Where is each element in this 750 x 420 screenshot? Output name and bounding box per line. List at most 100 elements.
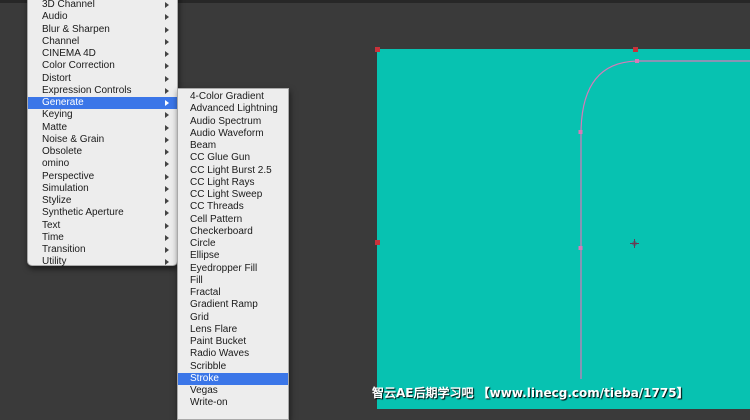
submenu-arrow-icon [165,124,169,131]
submenu-arrow-icon [165,259,169,266]
submenu-arrow-icon [165,51,169,57]
menu-item-lens-flare[interactable]: Lens Flare [178,324,288,336]
menu-item-label: Synthetic Aperture [42,207,124,219]
menu-item-beam[interactable]: Beam [178,140,288,152]
menu-item-simulation[interactable]: Simulation [28,183,177,195]
submenu-arrow-icon [165,185,169,192]
submenu-arrow-icon [165,38,169,45]
menu-item-scribble[interactable]: Scribble [178,361,288,373]
menu-item-cinema-4d[interactable]: CINEMA 4D [28,48,177,60]
menu-item-utility[interactable]: Utility [28,256,177,268]
menu-item-label: CC Light Rays [190,176,255,188]
menu-item-label: Beam [190,140,217,151]
menu-item-cell-pattern[interactable]: Cell Pattern [178,214,288,226]
menu-item-label: CINEMA 4D [42,48,96,59]
menu-item-cc-threads[interactable]: CC Threads [178,201,288,213]
menu-item-radio-waves[interactable]: Radio Waves [178,348,288,360]
menu-item-time[interactable]: Time [28,232,177,244]
menu-item-label: Fractal [190,287,221,298]
menu-item-label: Color Correction [42,60,115,72]
menu-item-label: Channel [42,35,80,47]
menu-item-label: Expression Controls [42,84,132,96]
menu-item-channel[interactable]: Channel [28,36,177,48]
mask-path[interactable] [377,49,750,409]
menu-item-label: Circle [190,238,216,249]
submenu-arrow-icon [165,26,169,33]
menu-item-ellipse[interactable]: Ellipse [178,250,288,262]
menu-item-cc-light-rays[interactable]: CC Light Rays [178,177,288,189]
menu-item-cc-light-sweep[interactable]: CC Light Sweep [178,189,288,201]
menu-item-stylize[interactable]: Stylize [28,195,177,207]
menu-item-obsolete[interactable]: Obsolete [28,146,177,158]
menu-item-generate[interactable]: Generate [28,97,177,109]
menu-item-audio-waveform[interactable]: Audio Waveform [178,128,288,140]
menu-item-label: Radio Waves [190,348,250,360]
menu-item-label: CC Threads [190,201,244,213]
menu-item-advanced-lightning[interactable]: Advanced Lightning [178,103,288,115]
menu-item-label: Cell Pattern [190,213,243,225]
menu-item-label: 4-Color Gradient [190,91,264,102]
menu-item-expression-controls[interactable]: Expression Controls [28,85,177,97]
menu-item-fractal[interactable]: Fractal [178,287,288,299]
menu-item-label: CC Glue Gun [190,152,251,164]
menu-item-4-color-gradient[interactable]: 4-Color Gradient [178,91,288,103]
submenu-arrow-icon [165,222,169,229]
submenu-arrow-icon [165,63,169,70]
menu-item-audio[interactable]: Audio [28,11,177,23]
menu-item-label: Matte [42,121,68,133]
submenu-arrow-icon [165,100,169,106]
submenu-arrow-icon [165,173,169,180]
submenu-arrow-icon [165,149,169,155]
menu-item-perspective[interactable]: Perspective [28,171,177,183]
menu-item-eyedropper-fill[interactable]: Eyedropper Fill [178,263,288,275]
layer-handle-top-mid[interactable] [633,47,638,52]
menu-item-label: Eyedropper Fill [190,262,258,274]
submenu-arrow-icon [165,234,169,241]
menu-item-circle[interactable]: Circle [178,238,288,250]
menu-item-noise-grain[interactable]: Noise & Grain [28,134,177,146]
menu-item-label: Advanced Lightning [190,103,278,115]
menu-item-paint-bucket[interactable]: Paint Bucket [178,336,288,348]
menu-item-label: Distort [42,72,71,84]
menu-item-synthetic-aperture[interactable]: Synthetic Aperture [28,207,177,219]
menu-item-3d-channel[interactable]: 3D Channel [28,0,177,11]
watermark-text: 智云AE后期学习吧 【www.linecg.com/tieba/1775】 [372,386,689,400]
menu-item-vegas[interactable]: Vegas [178,385,288,397]
menu-item-label: Checkerboard [190,225,253,237]
menu-item-checkerboard[interactable]: Checkerboard [178,226,288,238]
menu-item-color-correction[interactable]: Color Correction [28,60,177,72]
submenu-arrow-icon [165,198,169,204]
menu-item-blur-sharpen[interactable]: Blur & Sharpen [28,24,177,36]
menu-item-grid[interactable]: Grid [178,312,288,324]
layer-handle-mid-left[interactable] [375,240,380,245]
menu-item-stroke[interactable]: Stroke [178,372,288,385]
menu-item-gradient-ramp[interactable]: Gradient Ramp [178,299,288,311]
menu-item-write-on[interactable]: Write-on [178,397,288,409]
layer-handle-top-left[interactable] [375,47,380,52]
menu-item-label: CC Light Burst 2.5 [190,164,272,176]
menu-item-label: Gradient Ramp [190,299,258,311]
anchor-point-crosshair-icon[interactable] [630,239,639,248]
menu-item-label: omino [42,158,70,170]
menu-item-text[interactable]: Text [28,220,177,232]
menu-item-label: Generate [42,97,84,108]
menu-item-label: Obsolete [42,146,83,157]
menu-item-label: Vegas [190,385,218,396]
menu-item-label: Audio Waveform [190,127,264,139]
menu-item-label: Write-on [190,397,228,409]
menu-item-keying[interactable]: Keying [28,109,177,121]
menu-item-distort[interactable]: Distort [28,73,177,85]
submenu-arrow-icon [165,112,169,119]
menu-item-label: Utility [42,256,67,268]
menu-item-matte[interactable]: Matte [28,122,177,134]
menu-item-audio-spectrum[interactable]: Audio Spectrum [178,116,288,128]
menu-item-transition[interactable]: Transition [28,244,177,256]
menu-item-label: Perspective [42,170,95,182]
menu-item-omino[interactable]: omino [28,158,177,170]
menu-item-fill[interactable]: Fill [178,275,288,287]
menu-item-cc-glue-gun[interactable]: CC Glue Gun [178,152,288,164]
menu-item-label: Audio [42,11,68,23]
menu-item-cc-light-burst-2-5[interactable]: CC Light Burst 2.5 [178,165,288,177]
menu-item-label: Keying [42,109,73,121]
menu-item-label: CC Light Sweep [190,189,263,200]
